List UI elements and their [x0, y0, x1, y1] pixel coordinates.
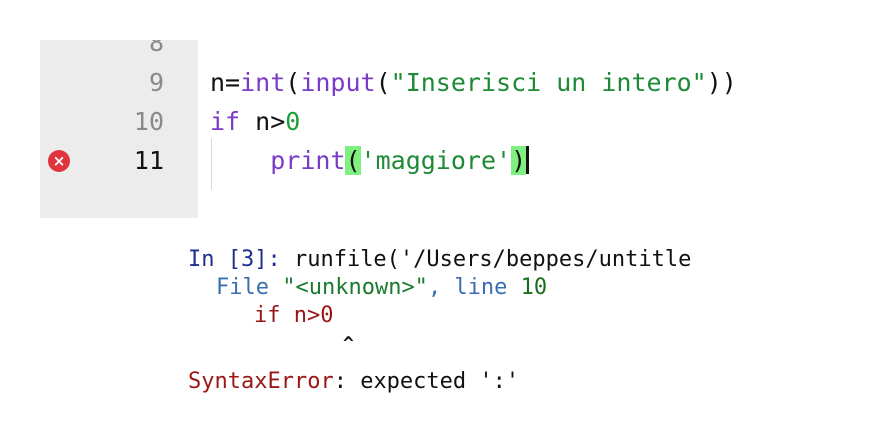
number-token: 0 [285, 107, 301, 136]
console-prompt: In [3]: [188, 247, 281, 272]
console-input-line[interactable]: In [3]: runfile('/Users/beppes/untitle [188, 246, 691, 274]
builtin-token: input [300, 68, 376, 97]
line-number-11: 11 [133, 146, 164, 175]
error-type: SyntaxError [188, 369, 334, 394]
bracket-match-highlight: ( [345, 146, 361, 175]
traceback-file-label: File [216, 275, 283, 300]
line-number-10: 10 [133, 107, 164, 136]
code-token: n> [240, 107, 286, 136]
traceback-code-line: if n>0 [254, 302, 334, 330]
builtin-token: print [270, 146, 346, 175]
paren-token: ( [285, 68, 301, 97]
bracket-match-highlight: ) [511, 146, 527, 175]
error-caret: ^ [343, 333, 354, 354]
traceback-file-line: File "<unknown>", line 10 [216, 274, 547, 302]
console-command: runfile('/Users/beppes/untitle [280, 247, 692, 272]
text-cursor [526, 146, 530, 174]
keyword-token: if [210, 107, 241, 136]
string-token: "Inserisci un intero" [390, 68, 707, 97]
code-editor[interactable]: 8 9 × 10 11 n=int(input("Inserisci un in… [0, 0, 888, 220]
traceback-keyword: if [254, 303, 281, 328]
paren-token: ( [375, 68, 391, 97]
code-line-11[interactable]: print('maggiore') [210, 146, 530, 176]
error-x-icon[interactable]: × [48, 150, 70, 172]
code-line-10[interactable]: if n>0 [210, 107, 300, 137]
traceback-number: 0 [320, 303, 334, 328]
string-token: 'maggiore' [360, 146, 512, 175]
code-line-9[interactable]: n=int(input("Inserisci un intero")) [210, 68, 737, 98]
traceback-line-number: 10 [520, 275, 548, 300]
line-number-gutter[interactable]: 8 9 × 10 11 [40, 40, 198, 218]
builtin-token: int [240, 68, 286, 97]
line-number-8: 8 [148, 40, 164, 57]
syntax-error-line: SyntaxError: expected ':' [188, 368, 519, 396]
ipython-console[interactable]: In [3]: runfile('/Users/beppes/untitle F… [0, 240, 888, 430]
line-number-9: 9 [148, 68, 164, 97]
traceback-line-label: , line [427, 275, 521, 300]
traceback-code: n> [280, 303, 321, 328]
error-message: : expected ':' [333, 369, 520, 394]
code-token: n= [210, 68, 241, 97]
traceback-file-name: "<unknown>" [282, 275, 428, 300]
paren-token: )) [706, 68, 737, 97]
